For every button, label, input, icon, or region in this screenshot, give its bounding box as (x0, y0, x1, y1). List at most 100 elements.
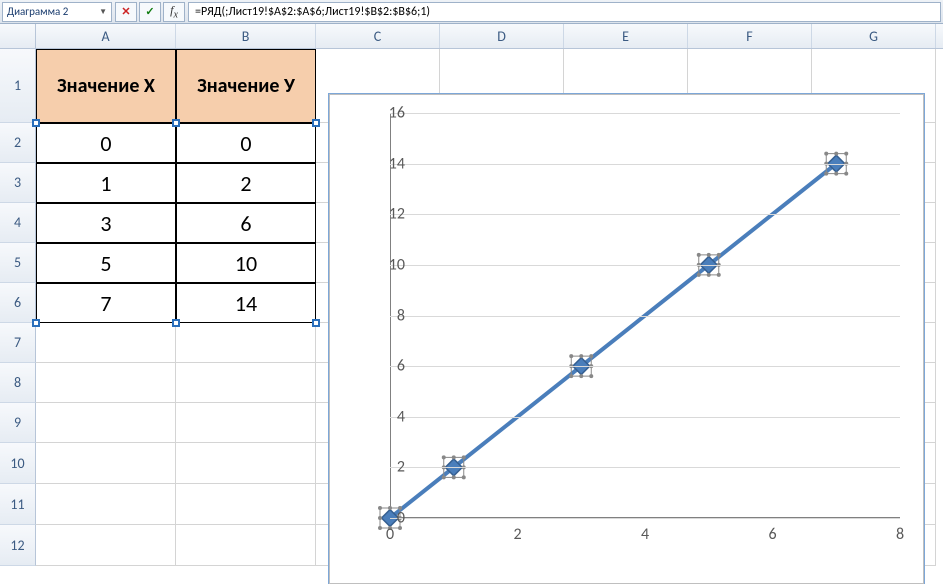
col-header-E[interactable]: E (564, 24, 688, 48)
range-handle[interactable] (312, 319, 320, 327)
cell[interactable]: 0 (36, 123, 176, 163)
cell[interactable]: 7 (36, 283, 176, 323)
column-headers: A B C D E F G (0, 24, 943, 49)
range-handle[interactable] (32, 319, 40, 327)
row-header-10[interactable]: 10 (0, 443, 36, 484)
cell[interactable] (36, 525, 176, 566)
selection-handle-dot (824, 172, 828, 176)
gridline (390, 265, 900, 266)
cell[interactable] (36, 403, 176, 443)
fx-button[interactable]: fx (163, 2, 185, 22)
cell[interactable] (36, 443, 176, 484)
name-box-value: Диаграмма 2 (7, 5, 68, 18)
gridline (390, 467, 900, 468)
spreadsheet-grid[interactable]: A B C D E F G 1Значение ХЗначение У20031… (0, 24, 943, 581)
cell[interactable] (36, 363, 176, 403)
cell[interactable]: 5 (36, 243, 176, 283)
cell[interactable] (36, 484, 176, 525)
cancel-formula-button[interactable]: ✕ (115, 2, 137, 22)
cell[interactable]: 2 (176, 163, 316, 203)
cell[interactable] (176, 363, 316, 403)
selection-handle-dot (462, 475, 466, 479)
selection-handle-dot (717, 273, 721, 277)
row-header-11[interactable]: 11 (0, 484, 36, 525)
chart-object[interactable]: 024681012141602468 (329, 94, 924, 584)
range-handle[interactable] (32, 119, 40, 127)
selection-handle-dot (844, 152, 848, 156)
gridline (390, 518, 900, 519)
cell[interactable]: 14 (176, 283, 316, 323)
selection-handle-dot (834, 152, 838, 156)
col-header-A[interactable]: A (36, 24, 176, 48)
y-tick-label: 4 (375, 407, 405, 426)
formula-bar: Диаграмма 2 ▼ ✕ ✓ fx =РЯД(;Лист19!$A$2:$… (0, 0, 943, 24)
cell[interactable] (176, 443, 316, 484)
fx-icon: fx (170, 3, 178, 20)
cell[interactable] (176, 525, 316, 566)
x-tick-label: 2 (513, 525, 521, 544)
cell[interactable]: 10 (176, 243, 316, 283)
selection-handle-dot (844, 172, 848, 176)
col-header-G[interactable]: G (812, 24, 936, 48)
cell[interactable]: Значение У (176, 49, 316, 123)
x-tick-label: 4 (641, 525, 649, 544)
row-header-5[interactable]: 5 (0, 243, 36, 283)
col-header-C[interactable]: C (316, 24, 440, 48)
selection-handle-dot (824, 152, 828, 156)
plot-area[interactable] (390, 113, 900, 518)
cell[interactable] (36, 323, 176, 363)
cell[interactable] (176, 484, 316, 525)
y-tick-label: 8 (375, 306, 405, 325)
selection-handle-dot (697, 253, 701, 257)
select-all-corner[interactable] (0, 24, 36, 48)
selection-handle-dot (442, 455, 446, 459)
row-header-1[interactable]: 1 (0, 49, 36, 123)
name-box[interactable]: Диаграмма 2 ▼ (2, 2, 112, 22)
x-tick-label: 6 (768, 525, 776, 544)
selection-handle-dot (717, 253, 721, 257)
cell[interactable]: 0 (176, 123, 316, 163)
selection-handle-dot (579, 354, 583, 358)
row-header-7[interactable]: 7 (0, 323, 36, 363)
formula-input[interactable]: =РЯД(;Лист19!$A$2:$A$6;Лист19!$B$2:$B$6;… (188, 2, 941, 22)
y-tick-label: 16 (375, 104, 405, 123)
selection-handle-dot (569, 374, 573, 378)
gridline (390, 113, 900, 114)
selection-handle-dot (589, 354, 593, 358)
y-tick-label: 2 (375, 458, 405, 477)
name-box-dropdown-icon[interactable]: ▼ (99, 7, 107, 17)
cell[interactable]: 1 (36, 163, 176, 203)
selection-handle-dot (452, 475, 456, 479)
range-handle[interactable] (172, 319, 180, 327)
col-header-D[interactable]: D (440, 24, 564, 48)
cell[interactable] (176, 323, 316, 363)
gridline (390, 214, 900, 215)
cell[interactable]: 3 (36, 203, 176, 243)
selection-handle-dot (442, 475, 446, 479)
row-header-12[interactable]: 12 (0, 525, 36, 566)
x-tick-label: 0 (386, 525, 394, 544)
col-header-F[interactable]: F (688, 24, 812, 48)
gridline (390, 366, 900, 367)
range-handle[interactable] (172, 119, 180, 127)
row-header-6[interactable]: 6 (0, 283, 36, 323)
cell[interactable] (176, 403, 316, 443)
range-handle[interactable] (312, 119, 320, 127)
selection-handle-dot (569, 354, 573, 358)
selection-handle-dot (579, 374, 583, 378)
cell[interactable]: 6 (176, 203, 316, 243)
col-header-B[interactable]: B (176, 24, 316, 48)
enter-formula-button[interactable]: ✓ (139, 2, 161, 22)
gridline (390, 316, 900, 317)
cell[interactable]: Значение Х (36, 49, 176, 123)
row-header-8[interactable]: 8 (0, 363, 36, 403)
row-header-4[interactable]: 4 (0, 203, 36, 243)
x-tick-label: 8 (896, 525, 904, 544)
row-header-2[interactable]: 2 (0, 123, 36, 163)
row-header-9[interactable]: 9 (0, 403, 36, 443)
y-tick-label: 14 (375, 154, 405, 173)
y-tick-label: 10 (375, 255, 405, 274)
selection-handle-dot (707, 253, 711, 257)
selection-handle-dot (589, 374, 593, 378)
row-header-3[interactable]: 3 (0, 163, 36, 203)
